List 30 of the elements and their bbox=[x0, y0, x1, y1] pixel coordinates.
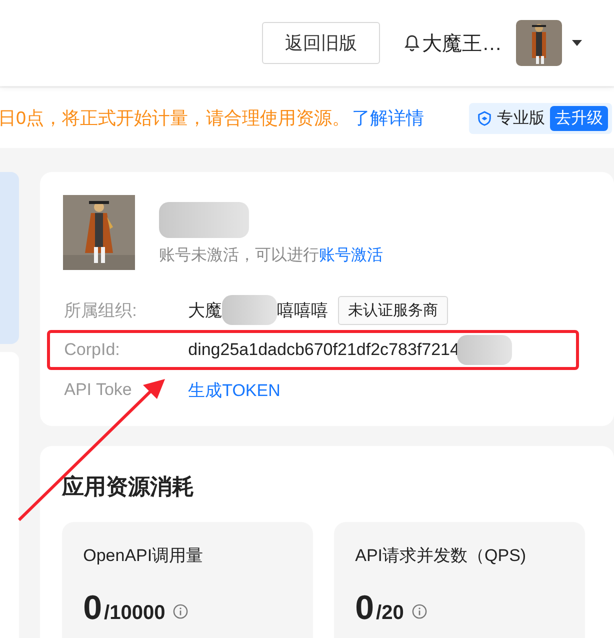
field-label: 所属组织: bbox=[64, 300, 138, 322]
metric-value: 0 bbox=[83, 589, 102, 628]
details-link[interactable]: 了解详情 bbox=[352, 106, 424, 130]
corp-id: ding25a1dadcb670f21df2c783f7214 bbox=[188, 340, 460, 360]
org-name: 大魔 bbox=[188, 300, 222, 322]
metric-title: OpenAPI调用量 bbox=[83, 545, 204, 567]
metric-title: API请求并发数（QPS) bbox=[355, 545, 528, 567]
field-label: API Toke bbox=[64, 380, 133, 400]
metric-limit: /10000 bbox=[104, 602, 166, 625]
user-name[interactable]: 大魔王… bbox=[422, 30, 502, 56]
status-tag: 未认证服务商 bbox=[338, 296, 448, 324]
generate-token-link[interactable]: 生成TOKEN bbox=[188, 378, 280, 402]
org-name: 嘻嘻嘻 bbox=[277, 300, 328, 322]
bell-icon[interactable] bbox=[404, 34, 420, 52]
plan-name: 专业版 bbox=[497, 108, 545, 128]
metric-limit: /20 bbox=[376, 602, 404, 625]
redacted-text bbox=[457, 335, 512, 365]
metric-value: 0 bbox=[355, 589, 374, 628]
section-title: 应用资源消耗 bbox=[62, 473, 196, 501]
upgrade-button[interactable]: 去升级 bbox=[550, 106, 608, 130]
info-icon[interactable] bbox=[412, 604, 427, 619]
shield-icon bbox=[477, 110, 492, 126]
notice-text: 日0点，将正式开始计量，请合理使用资源。 bbox=[0, 107, 350, 130]
field-label: CorpId: bbox=[64, 340, 121, 360]
redacted-text bbox=[222, 295, 278, 325]
old-version-button[interactable]: 返回旧版 bbox=[262, 22, 380, 64]
info-icon[interactable] bbox=[173, 604, 188, 619]
account-status-text: 账号未激活，可以进行账号激活 bbox=[159, 246, 384, 266]
caret-icon[interactable] bbox=[572, 40, 582, 46]
activate-link[interactable]: 账号激活 bbox=[319, 247, 384, 264]
